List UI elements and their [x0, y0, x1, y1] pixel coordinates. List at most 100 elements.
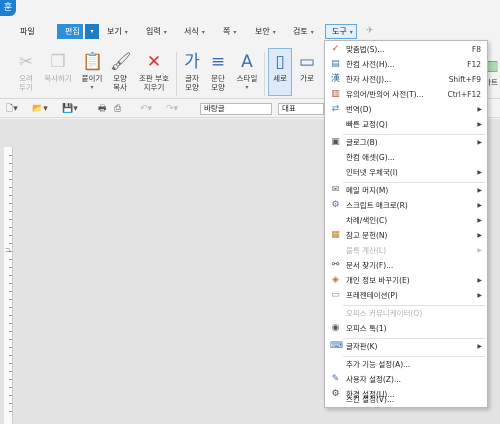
menu-file[interactable]: 파일: [20, 24, 35, 39]
copy-icon: ❐: [50, 52, 66, 72]
app-logo[interactable]: 훈: [0, 0, 16, 16]
menu-item-hancom-asset[interactable]: 한컴 애셋(G)...: [325, 151, 487, 165]
binoculars-icon: ⚯: [331, 260, 340, 270]
menu-insert[interactable]: 입력 ▾: [146, 24, 167, 39]
print-preview-icon[interactable]: ⎙: [114, 103, 121, 115]
privacy-icon: ◈: [332, 275, 339, 285]
new-doc-icon[interactable]: 🗋▾: [6, 103, 18, 115]
save-icon[interactable]: 💾▾: [62, 103, 78, 115]
menu-item-references[interactable]: ▦ 참고 문헌(N) ▶: [325, 229, 487, 243]
chevron-down-icon: ▾: [310, 29, 314, 36]
menu-review[interactable]: 검토 ▾: [293, 24, 314, 39]
char-shape-button[interactable]: 가 글자 모양: [180, 52, 204, 92]
menu-item-skin[interactable]: 스킨 설정(V)...: [325, 393, 487, 407]
menu-tools[interactable]: 도구 ▾: [325, 24, 357, 39]
para-shape-icon: ≡: [210, 52, 226, 72]
menu-item-addons[interactable]: 추가 기능 설정(A)...: [325, 358, 487, 372]
user-settings-icon: ✎: [331, 374, 340, 384]
menu-format[interactable]: 서식 ▾: [184, 24, 205, 39]
share-icon[interactable]: ✈: [366, 26, 378, 36]
submenu-arrow-icon: ▶: [477, 292, 482, 299]
menu-item-hanja-dict[interactable]: 漢 한자 사전(J)... Shift+F9: [325, 73, 487, 87]
menu-item-keyboard[interactable]: ⌨ 글자판(K) ▶: [325, 340, 487, 354]
format-copy-label: 모양 복사: [113, 74, 127, 92]
portrait-button[interactable]: ▯ 세로: [270, 52, 290, 83]
menu-item-blog[interactable]: ▣ 글로그(B) ▶: [325, 136, 487, 150]
menu-edit[interactable]: 편집: [57, 24, 83, 39]
chevron-down-icon: ▾: [201, 29, 205, 36]
menu-item-internet-post[interactable]: 인터넷 우체국(I) ▶: [325, 166, 487, 180]
menu-item-spellcheck[interactable]: ✓ 맞춤법(S)... F8: [325, 43, 487, 57]
print-icon[interactable]: 🖶: [98, 103, 107, 115]
menu-item-user-settings[interactable]: ✎ 사용자 설정(Z)...: [325, 373, 487, 387]
menu-item-find-document[interactable]: ⚯ 문서 찾기(F)...: [325, 259, 487, 273]
submenu-arrow-icon: ▶: [477, 169, 482, 176]
submenu-arrow-icon: ▶: [477, 232, 482, 239]
translate-icon: ⇄: [331, 104, 340, 114]
menu-item-block-calc[interactable]: 블록 계산(L) ▶: [325, 244, 487, 258]
submenu-arrow-icon: ▶: [477, 277, 482, 284]
presentation-icon: ▭: [331, 290, 340, 300]
ribbon-divider: [176, 52, 177, 96]
chevron-down-icon[interactable]: ▾: [232, 83, 262, 92]
menu-item-presentation[interactable]: ▭ 프레젠테이션(P) ▶: [325, 289, 487, 303]
keyboard-icon: ⌨: [330, 341, 343, 351]
menu-page[interactable]: 쪽 ▾: [223, 24, 236, 39]
font-select[interactable]: 대표: [278, 103, 324, 115]
chevron-down-icon: ▾: [272, 29, 276, 36]
para-shape-label: 문단 모양: [211, 74, 225, 92]
chevron-down-icon: ▾: [163, 29, 167, 36]
cut-label: 오려 두기: [19, 74, 33, 92]
tools-menu: ✓ 맞춤법(S)... F8 ▤ 한컴 사전(H)... F12 漢 한자 사전…: [324, 40, 488, 408]
menu-edit-dropdown-icon[interactable]: ▾: [85, 24, 99, 39]
menu-security[interactable]: 보안 ▾: [255, 24, 276, 39]
redo-icon[interactable]: ↷▾: [166, 103, 178, 115]
menu-item-privacy[interactable]: ◈ 개인 정보 바꾸기(E) ▶: [325, 274, 487, 288]
menu-item-office-talk[interactable]: ◉ 오피스 톡(1): [325, 322, 487, 336]
paste-button[interactable]: 📋 붙이기 ▾: [78, 52, 106, 92]
chevron-down-icon: ▾: [233, 29, 237, 36]
references-icon: ▦: [331, 230, 340, 240]
paste-icon: 📋: [82, 52, 104, 72]
menu-view[interactable]: 보기 ▾: [107, 24, 128, 39]
open-folder-icon[interactable]: 📂▾: [32, 103, 48, 115]
para-shape-button[interactable]: ≡ 문단 모양: [206, 52, 230, 92]
macro-icon: ⚙: [331, 200, 340, 210]
cut-button[interactable]: ✂ 오려 두기: [12, 52, 40, 92]
style-button[interactable]: A 스타일 ▾: [232, 52, 262, 92]
menu-item-toc-index[interactable]: 차례/색인(C) ▶: [325, 214, 487, 228]
clear-marks-label: 조판 부호 지우기: [139, 74, 169, 92]
submenu-arrow-icon: ▶: [477, 121, 482, 128]
format-painter-icon: 🖌: [110, 52, 132, 72]
menu-item-thesaurus[interactable]: ▥ 유의어/반의어 사전(T)... Ctrl+F12: [325, 88, 487, 102]
dictionary-icon: ▤: [331, 59, 340, 69]
clear-marks-icon: ✕: [146, 52, 162, 72]
submenu-arrow-icon: ▶: [477, 139, 482, 146]
copy-button[interactable]: ❐ 복사하기: [40, 52, 76, 83]
submenu-arrow-icon: ▶: [477, 217, 482, 224]
mail-icon: ✉: [331, 185, 340, 195]
chevron-down-icon[interactable]: ▾: [78, 83, 106, 92]
menu-item-mail-merge[interactable]: ✉ 메일 머지(M) ▶: [325, 184, 487, 198]
menu-item-office-communicator[interactable]: 오피스 커뮤니케이터(O): [325, 307, 487, 321]
menu-separator: [343, 305, 485, 306]
menu-item-quick-correct[interactable]: 빠른 교정(Q) ▶: [325, 118, 487, 132]
char-shape-icon: 가: [184, 52, 200, 72]
menu-item-script-macro[interactable]: ⚙ 스크립트 매크로(R) ▶: [325, 199, 487, 213]
style-select[interactable]: 바탕글: [200, 103, 272, 115]
title-bar: 훈: [0, 0, 500, 20]
ruler-margin-marker[interactable]: ⊐: [5, 247, 10, 254]
menu-separator: [343, 338, 485, 339]
landscape-button[interactable]: ▭ 가로: [296, 52, 318, 83]
menu-item-hancom-dict[interactable]: ▤ 한컴 사전(H)... F12: [325, 58, 487, 72]
thesaurus-icon: ▥: [331, 89, 340, 99]
ribbon-divider: [264, 52, 265, 96]
hanja-dict-icon: 漢: [330, 74, 340, 84]
menu-item-translate[interactable]: ⇄ 번역(D) ▶: [325, 103, 487, 117]
menu-separator: [343, 134, 485, 135]
undo-icon[interactable]: ↶▾: [140, 103, 152, 115]
clear-marks-button[interactable]: ✕ 조판 부호 지우기: [136, 52, 172, 92]
submenu-arrow-icon: ▶: [477, 106, 482, 113]
spellcheck-icon: ✓: [331, 44, 340, 54]
format-copy-button[interactable]: 🖌 모양 복사: [108, 52, 132, 92]
